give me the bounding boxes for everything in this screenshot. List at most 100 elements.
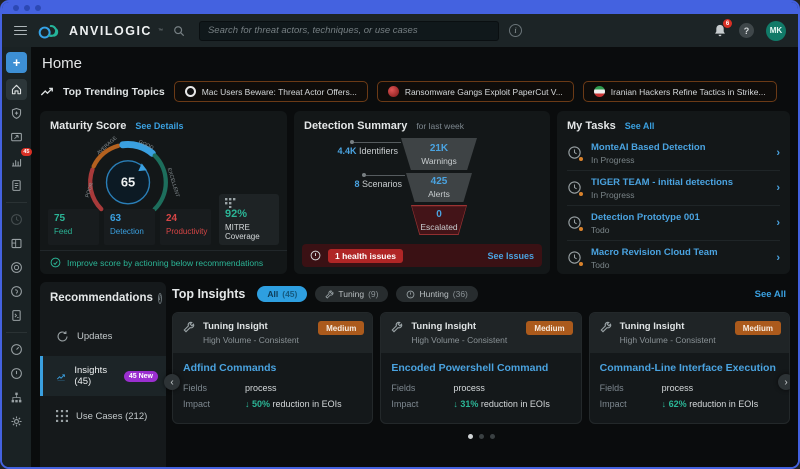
maturity-score-value: 65 bbox=[121, 175, 135, 190]
page-title: Home bbox=[42, 55, 790, 72]
wrench-icon bbox=[183, 321, 195, 333]
carousel-right-button[interactable]: › bbox=[778, 374, 790, 390]
sidebar-item-observe[interactable] bbox=[6, 257, 27, 278]
chevron-right-icon[interactable]: › bbox=[776, 217, 780, 229]
insight-card[interactable]: Tuning Insight High Volume - Consistent … bbox=[589, 312, 790, 424]
chevron-right-icon[interactable]: › bbox=[776, 182, 780, 194]
left-sidebar: + 45 bbox=[2, 47, 31, 467]
down-arrow-icon: ↓ bbox=[245, 399, 250, 409]
funnel-label: Warnings bbox=[421, 156, 457, 166]
trending-topic-chip[interactable]: Iranian Hackers Refine Tactics in Strike… bbox=[583, 81, 777, 102]
main-content: Home Top Trending Topics Mac Users Bewar… bbox=[31, 47, 798, 467]
brand-name: ANVILOGIC bbox=[69, 24, 152, 38]
topic-label: Mac Users Beware: Threat Actor Offers... bbox=[202, 87, 357, 97]
tab-all[interactable]: All(45) bbox=[257, 286, 307, 302]
impact-text: reduction in EOIs bbox=[481, 399, 550, 409]
search-input[interactable] bbox=[208, 25, 490, 36]
warning-icon bbox=[310, 250, 321, 261]
tasks-title: My Tasks bbox=[567, 120, 616, 132]
insights-see-all-link[interactable]: See All bbox=[755, 289, 786, 300]
tab-hunting[interactable]: Hunting(36) bbox=[396, 286, 477, 302]
bar-chart-icon bbox=[10, 155, 23, 168]
create-new-button[interactable]: + bbox=[6, 52, 27, 73]
carousel-dot[interactable] bbox=[490, 434, 495, 439]
menu-icon[interactable] bbox=[14, 26, 27, 36]
app-window: ANVILOGIC ™ i 6 ? MK + bbox=[0, 0, 800, 469]
window-control-icon[interactable] bbox=[35, 5, 41, 11]
sidebar-item-settings[interactable] bbox=[6, 411, 27, 432]
down-arrow-icon: ↓ bbox=[662, 399, 667, 409]
improve-icon bbox=[50, 257, 61, 268]
fields-value: process bbox=[453, 383, 485, 393]
reco-item-insights[interactable]: Insights (45) 45 New bbox=[40, 356, 166, 396]
help-button[interactable]: ? bbox=[739, 23, 754, 38]
insight-title-link[interactable]: Adfind Commands bbox=[183, 362, 362, 374]
sidebar-divider bbox=[6, 202, 27, 203]
sidebar-item-performance[interactable] bbox=[6, 339, 27, 360]
notifications-button[interactable]: 6 bbox=[713, 23, 727, 38]
reco-item-updates[interactable]: Updates bbox=[40, 316, 166, 356]
see-issues-link[interactable]: See Issues bbox=[487, 251, 534, 261]
sidebar-item-query[interactable] bbox=[6, 281, 27, 302]
detection-title: Detection Summary bbox=[304, 120, 407, 132]
target-icon bbox=[10, 261, 23, 274]
funnel-stage-alerts[interactable]: 425 Alerts bbox=[406, 173, 472, 202]
updates-icon bbox=[56, 330, 69, 343]
task-status-dot bbox=[578, 156, 584, 162]
search-info-icon[interactable]: i bbox=[509, 24, 522, 37]
sidebar-item-home[interactable] bbox=[6, 79, 27, 100]
insight-title-link[interactable]: Command-Line Interface Execution bbox=[600, 362, 779, 374]
trending-topic-chip[interactable]: Mac Users Beware: Threat Actor Offers... bbox=[174, 81, 368, 102]
reco-item-label: Insights (45) bbox=[74, 365, 116, 387]
sidebar-item-dashboards[interactable] bbox=[6, 233, 27, 254]
insight-card[interactable]: Tuning Insight High Volume - Consistent … bbox=[380, 312, 581, 424]
sidebar-item-history[interactable] bbox=[6, 209, 27, 230]
chevron-right-icon[interactable]: › bbox=[776, 252, 780, 264]
carousel-dot[interactable] bbox=[479, 434, 484, 439]
top-insights-title: Top Insights bbox=[172, 287, 245, 301]
fields-label: Fields bbox=[183, 383, 245, 393]
insight-card[interactable]: Tuning Insight High Volume - Consistent … bbox=[172, 312, 373, 424]
monitor-share-icon bbox=[10, 131, 23, 144]
trending-label: Top Trending Topics bbox=[63, 86, 165, 98]
carousel-dot[interactable] bbox=[468, 434, 473, 439]
sidebar-item-topology[interactable] bbox=[6, 387, 27, 408]
trending-topic-chip[interactable]: Ransomware Gangs Exploit PaperCut V... bbox=[377, 81, 574, 102]
window-control-icon[interactable] bbox=[13, 5, 19, 11]
stat-label: Detection bbox=[110, 227, 149, 236]
sidebar-item-analytics[interactable]: 45 bbox=[6, 151, 27, 172]
fields-value: process bbox=[662, 383, 694, 393]
funnel-value: 0 bbox=[436, 209, 442, 220]
top-insights-section: Top Insights All(45) Tuning(9) Hunting(3… bbox=[172, 282, 790, 467]
sidebar-item-armory[interactable] bbox=[6, 103, 27, 124]
insight-title-link[interactable]: Encoded Powershell Command bbox=[391, 362, 570, 374]
carousel-left-button[interactable]: ‹ bbox=[164, 374, 180, 390]
task-row[interactable]: MonteAI Based DetectionIn Progress › bbox=[567, 136, 780, 171]
reco-item-use-cases[interactable]: Use Cases (212) bbox=[40, 396, 166, 436]
task-row[interactable]: TIGER TEAM - initial detectionsIn Progre… bbox=[567, 171, 780, 206]
tab-tuning[interactable]: Tuning(9) bbox=[315, 286, 388, 302]
wrench-icon bbox=[391, 321, 403, 333]
funnel-stage-escalated[interactable]: 0 Escalated bbox=[411, 205, 467, 235]
sidebar-item-runbook[interactable] bbox=[6, 305, 27, 326]
task-status: In Progress bbox=[591, 190, 768, 200]
maturity-stats: 75 Feed 63 Detection 24 Productivity bbox=[48, 209, 211, 245]
chevron-right-icon[interactable]: › bbox=[776, 147, 780, 159]
tasks-see-all-link[interactable]: See All bbox=[625, 121, 655, 131]
task-row[interactable]: Detection Prototype 001Todo › bbox=[567, 206, 780, 241]
sidebar-item-reports[interactable] bbox=[6, 175, 27, 196]
home-icon bbox=[10, 83, 23, 96]
sidebar-item-alerts[interactable] bbox=[6, 363, 27, 384]
funnel-stage-warnings[interactable]: 21K Warnings bbox=[401, 138, 477, 170]
user-avatar[interactable]: MK bbox=[766, 21, 786, 41]
maturity-footer-text: Improve score by actioning below recomme… bbox=[67, 258, 263, 268]
reco-item-label: Use Cases (212) bbox=[76, 411, 147, 422]
window-control-icon[interactable] bbox=[24, 5, 30, 11]
severity-badge: Medium bbox=[318, 321, 364, 335]
impact-percent: 62% bbox=[669, 399, 687, 409]
brand-logo[interactable]: ANVILOGIC ™ bbox=[37, 23, 163, 39]
task-row[interactable]: Macro Revision Cloud TeamTodo › bbox=[567, 241, 780, 274]
info-icon[interactable]: i bbox=[158, 293, 162, 304]
sidebar-item-detect[interactable] bbox=[6, 127, 27, 148]
insight-type: Tuning Insight bbox=[620, 321, 716, 332]
